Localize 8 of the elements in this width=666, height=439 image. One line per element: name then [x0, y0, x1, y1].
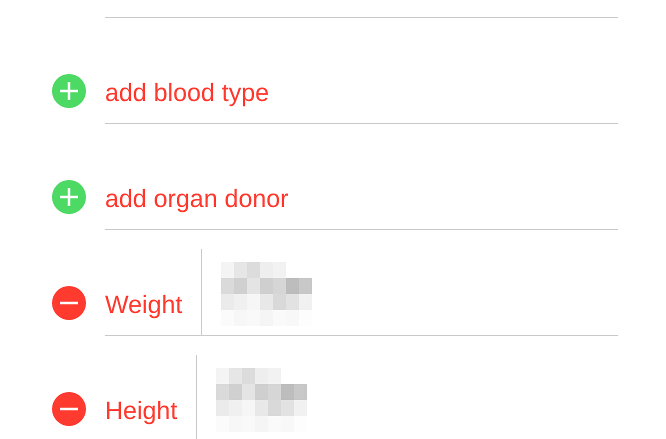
row-label[interactable]: Weight	[105, 230, 202, 324]
remove-icon[interactable]	[52, 392, 86, 426]
row-label[interactable]: add blood type	[105, 18, 288, 112]
row-label[interactable]: add organ donor	[105, 124, 308, 218]
row-label[interactable]: Height	[105, 336, 196, 430]
remove-icon[interactable]	[52, 286, 86, 320]
add-icon[interactable]	[52, 180, 86, 214]
add-icon[interactable]	[52, 74, 86, 108]
